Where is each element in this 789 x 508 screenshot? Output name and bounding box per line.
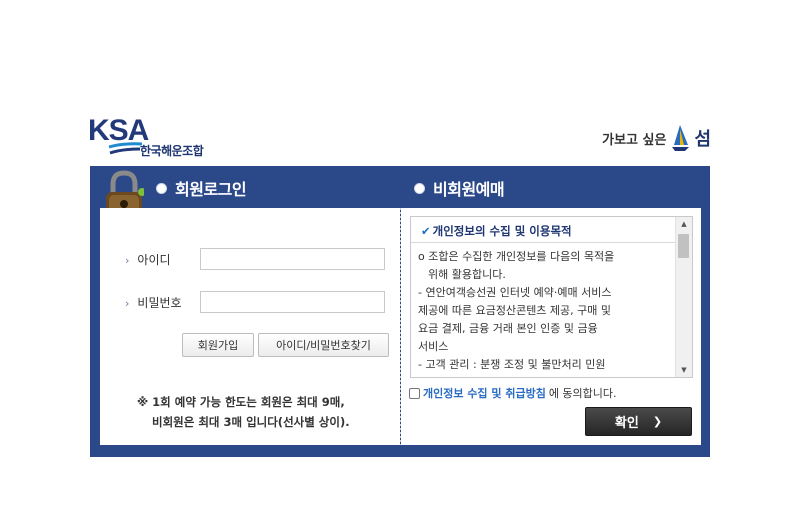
privacy-policy-link[interactable]: 개인정보 수집 및 취급방침: [423, 385, 546, 401]
privacy-line: - 고객 관리 : 분쟁 조정 및 불만처리 민원: [418, 358, 606, 371]
privacy-line: 요금 결제, 금융 거래 본인 인증 및 금융: [418, 322, 598, 335]
sailboat-icon: [672, 125, 690, 151]
privacy-scrollbar[interactable]: ▲ ▼: [675, 217, 692, 377]
notice-line-1: ※ 1회 예약 가능 한도는 회원은 최대 9매,: [137, 395, 345, 409]
id-chevron-icon: ›: [125, 253, 130, 267]
booking-limit-notice: ※ 1회 예약 가능 한도는 회원은 최대 9매, 비회원은 최대 3매 입니다…: [137, 392, 350, 432]
privacy-title-text: 개인정보의 수집 및 이용목적: [432, 224, 572, 238]
notice-line-2: 비회원은 최대 3매 입니다(선사별 상이).: [152, 415, 350, 429]
nonmember-tab-radio-icon: [414, 182, 425, 194]
signup-button[interactable]: 회원가입: [182, 333, 254, 357]
nonmember-tab-label: 비회원예매: [433, 180, 505, 199]
confirm-label: 확인: [614, 416, 639, 431]
privacy-agree-checkbox[interactable]: [409, 387, 420, 399]
tagline-text: 가보고 싶은: [602, 132, 667, 148]
privacy-line: 위해 활용합니다.: [428, 268, 506, 281]
privacy-line: o 조합은 수집한 개인정보를 다음의 목적을: [418, 250, 615, 263]
confirm-button[interactable]: 확인 ❯: [585, 407, 692, 436]
privacy-body: o 조합은 수집한 개인정보를 다음의 목적을 위해 활용합니다. - 연안여객…: [418, 248, 672, 374]
privacy-title: ✔ 개인정보의 수집 및 이용목적: [421, 223, 572, 239]
panel-divider: [400, 208, 401, 445]
scroll-thumb[interactable]: [678, 234, 689, 258]
password-chevron-icon: ›: [125, 296, 130, 310]
scroll-up-arrow-icon[interactable]: ▲: [676, 217, 692, 231]
tagline-isle-word: 섬: [694, 129, 711, 150]
logo-swoosh-icon: [108, 142, 143, 155]
tagline-banner: 가보고 싶은 섬: [602, 122, 711, 154]
chevron-right-icon: ❯: [652, 415, 663, 428]
password-row: › 비밀번호: [125, 291, 385, 313]
password-label: › 비밀번호: [125, 294, 200, 311]
privacy-line: 제공에 따른 요금정산콘텐츠 제공, 구매 및: [418, 304, 612, 317]
scroll-down-arrow-icon[interactable]: ▼: [676, 363, 692, 377]
id-input[interactable]: [200, 248, 385, 270]
tab-member-login[interactable]: 회원로그인: [156, 176, 247, 200]
logo-subtitle: 한국해운조합: [140, 144, 204, 158]
password-label-text: 비밀번호: [137, 295, 182, 310]
id-label: › 아이디: [125, 251, 200, 268]
find-id-password-button[interactable]: 아이디/비밀번호찾기: [258, 333, 389, 357]
privacy-agree-row: 개인정보 수집 및 취급방침 에 동의합니다.: [409, 385, 617, 401]
privacy-line: - 연안여객승선권 인터넷 예약·예매 서비스: [418, 286, 612, 299]
id-label-text: 아이디: [137, 252, 171, 267]
privacy-title-separator: [411, 242, 677, 243]
privacy-agree-text: 에 동의합니다.: [548, 387, 617, 400]
password-input[interactable]: [200, 291, 385, 313]
id-row: › 아이디: [125, 248, 385, 270]
tab-nonmember-booking[interactable]: 비회원예매: [414, 176, 505, 200]
member-tab-label: 회원로그인: [175, 180, 247, 199]
privacy-terms-box[interactable]: ✔ 개인정보의 수집 및 이용목적 o 조합은 수집한 개인정보를 다음의 목적을…: [410, 216, 693, 378]
member-tab-radio-icon: [156, 182, 167, 194]
privacy-line: 서비스: [418, 340, 449, 353]
ksa-logo[interactable]: KSA 한국해운조합: [88, 116, 228, 160]
checkmark-icon: ✔: [421, 224, 431, 238]
